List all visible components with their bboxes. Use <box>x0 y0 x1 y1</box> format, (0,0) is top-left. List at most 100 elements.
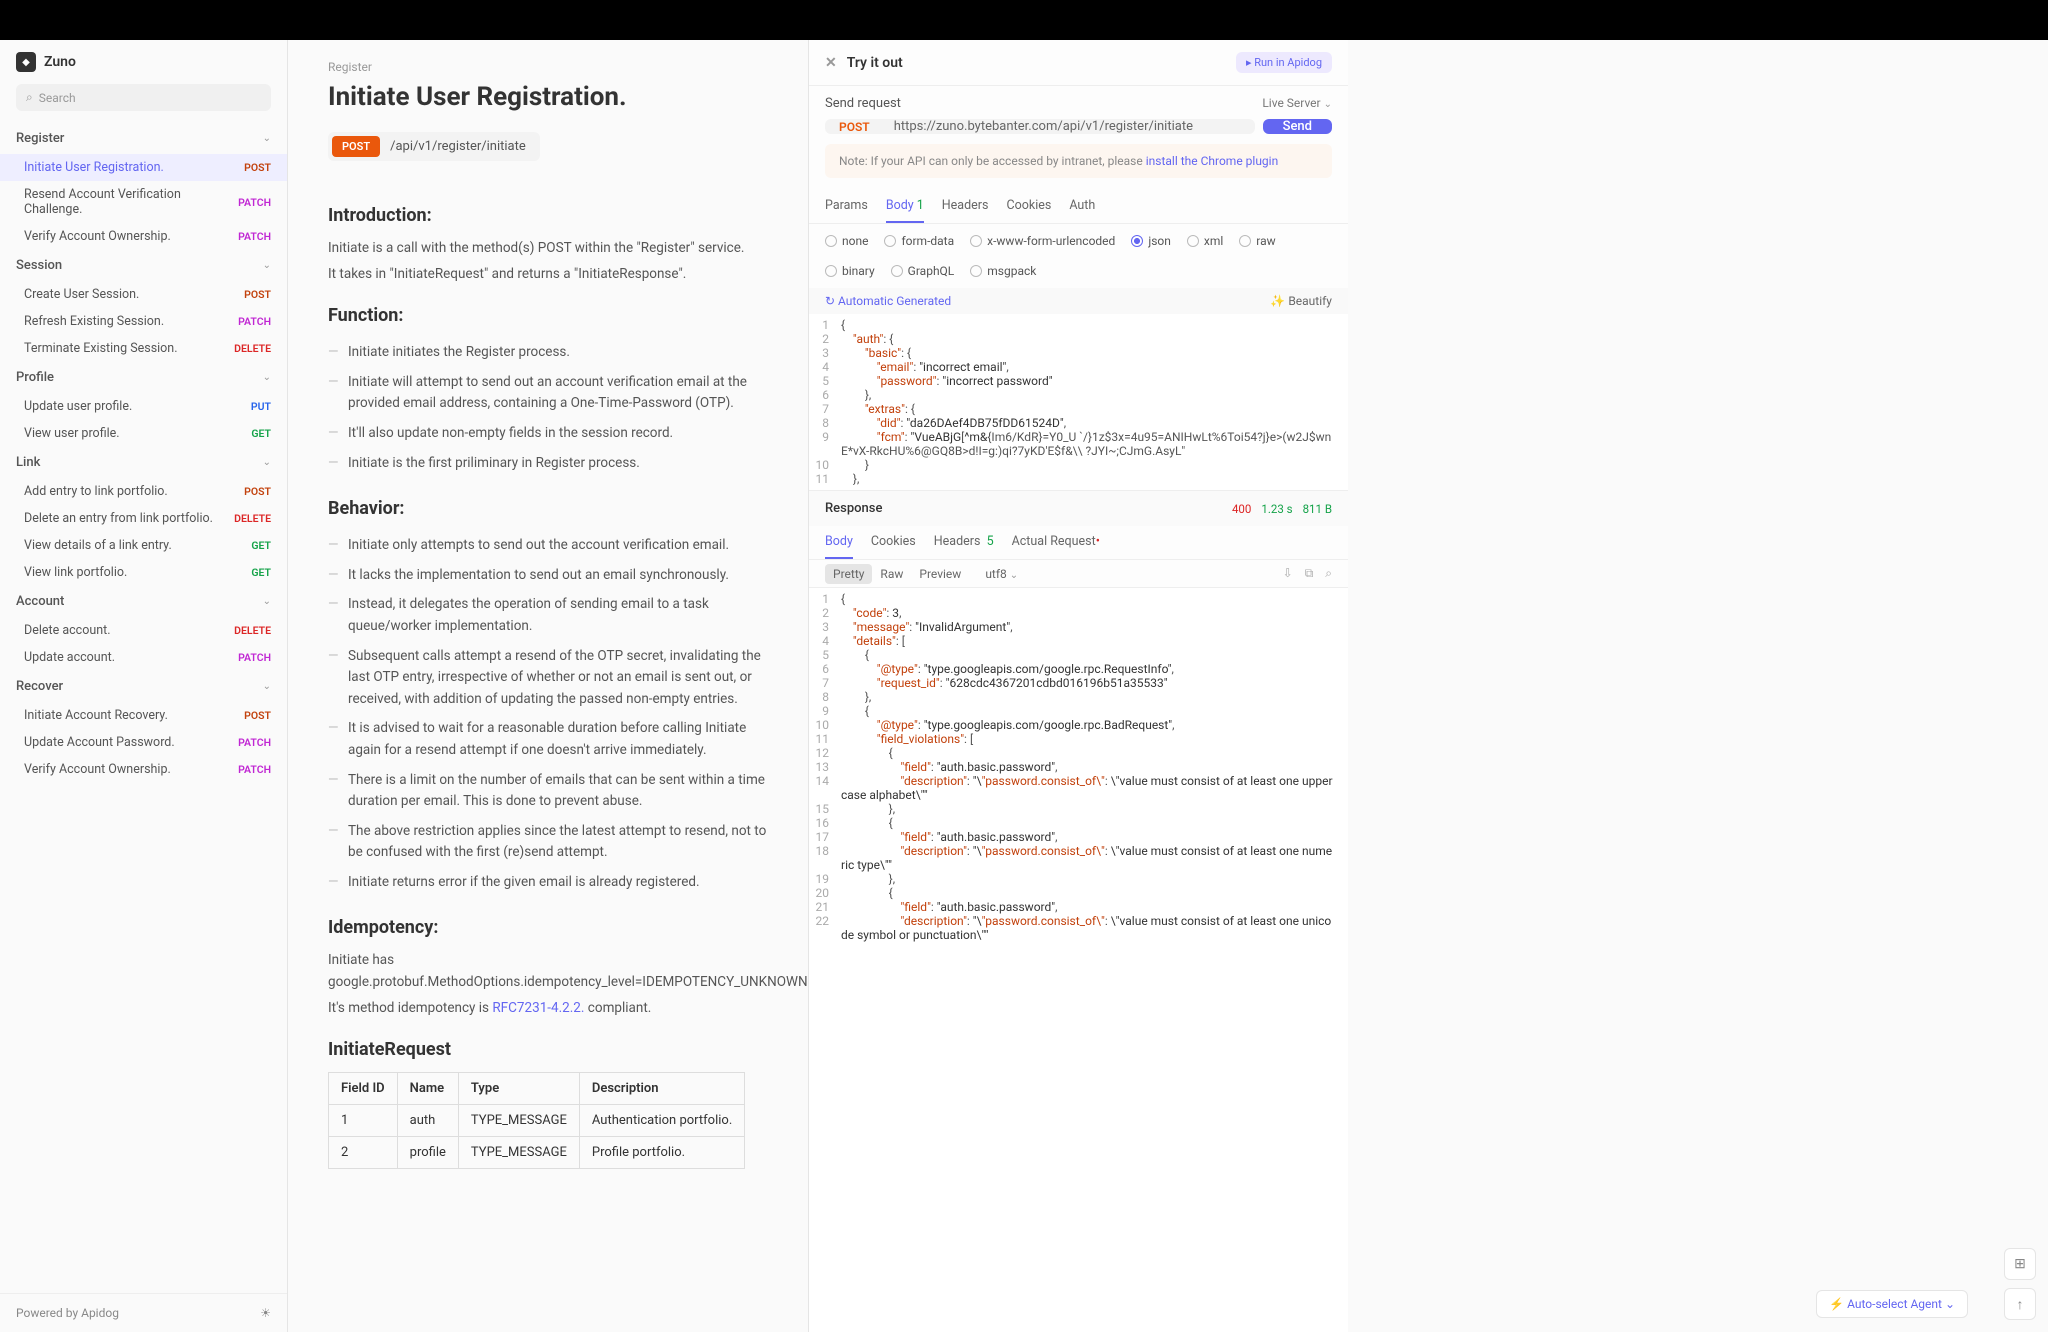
download-icon[interactable]: ⇩ <box>1283 566 1293 581</box>
run-button[interactable]: ▸ Run in Apidog <box>1236 52 1332 73</box>
sidebar-item[interactable]: Update user profile.PUT <box>0 393 287 420</box>
list-item: It lacks the implementation to send out … <box>328 561 768 591</box>
list-item: It'll also update non-empty fields in th… <box>328 419 768 449</box>
close-icon[interactable]: ✕ <box>825 55 837 71</box>
rfc-link[interactable]: RFC7231-4.2.2. <box>492 1000 584 1016</box>
status-code: 400 <box>1232 502 1251 516</box>
chevron-down-icon: ⌄ <box>263 596 271 607</box>
breadcrumb[interactable]: Register <box>328 60 768 74</box>
endpoint-path: /api/v1/register/initiate <box>380 139 536 154</box>
list-item: Initiate returns error if the given emai… <box>328 868 768 898</box>
powered-by: Powered by Apidog <box>16 1306 119 1320</box>
sidebar-item[interactable]: Refresh Existing Session.PATCH <box>0 308 287 335</box>
response-body[interactable]: 1{2 "code": 3,3 "message": "InvalidArgum… <box>809 588 1348 1332</box>
sidebar-section[interactable]: Session⌄ <box>0 250 287 281</box>
agent-select[interactable]: ⚡ Auto-select Agent ⌄ <box>1816 1290 1968 1318</box>
sidebar-item[interactable]: View user profile.GET <box>0 420 287 447</box>
format-pretty[interactable]: Pretty <box>825 564 872 584</box>
sidebar-item[interactable]: Initiate User Registration.POST <box>0 154 287 181</box>
sidebar-section[interactable]: Link⌄ <box>0 447 287 478</box>
sidebar-item[interactable]: Delete an entry from link portfolio.DELE… <box>0 505 287 532</box>
intro-heading: Introduction: <box>328 205 768 226</box>
body-type-binary[interactable]: binary <box>825 264 875 278</box>
table-row: 1authTYPE_MESSAGEAuthentication portfoli… <box>329 1105 745 1137</box>
sidebar-item[interactable]: View details of a link entry.GET <box>0 532 287 559</box>
sidebar-item[interactable]: Delete account.DELETE <box>0 617 287 644</box>
theme-toggle-icon[interactable]: ☀ <box>260 1306 271 1320</box>
sidebar-item[interactable]: Create User Session.POST <box>0 281 287 308</box>
sidebar-item[interactable]: Initiate Account Recovery.POST <box>0 702 287 729</box>
response-tab-body[interactable]: Body <box>825 526 853 559</box>
method-badge: POST <box>332 136 380 157</box>
format-raw[interactable]: Raw <box>872 564 911 584</box>
sidebar-item[interactable]: Update Account Password.PATCH <box>0 729 287 756</box>
tab-params[interactable]: Params <box>825 190 868 223</box>
app-logo: ◆ <box>16 52 36 72</box>
chevron-down-icon: ⌄ <box>263 681 271 692</box>
tab-auth[interactable]: Auth <box>1069 190 1095 223</box>
server-select[interactable]: Live Server ⌄ <box>1262 96 1332 111</box>
page-title: Initiate User Registration. <box>328 82 768 112</box>
sidebar-item[interactable]: Terminate Existing Session.DELETE <box>0 335 287 362</box>
sidebar: ◆ Zuno ⌕ Search Register⌄Initiate User R… <box>0 40 288 1332</box>
send-button[interactable]: Send <box>1263 119 1332 134</box>
list-item: Initiate only attempts to send out the a… <box>328 531 768 561</box>
list-item: Initiate initiates the Register process. <box>328 338 768 368</box>
request-table: Field IDNameTypeDescription1authTYPE_MES… <box>328 1072 745 1169</box>
endpoint-pill: POST /api/v1/register/initiate <box>328 132 540 161</box>
function-heading: Function: <box>328 305 768 326</box>
body-type-form-data[interactable]: form-data <box>884 234 954 248</box>
list-item: Initiate is the first priliminary in Reg… <box>328 449 768 479</box>
table-row: 2profileTYPE_MESSAGEProfile portfolio. <box>329 1137 745 1169</box>
list-item: It is advised to wait for a reasonable d… <box>328 714 768 765</box>
tab-body[interactable]: Body1 <box>886 190 924 223</box>
body-type-none[interactable]: none <box>825 234 868 248</box>
response-tab-headers[interactable]: Headers 5 <box>934 526 994 559</box>
sidebar-item[interactable]: Verify Account Ownership.PATCH <box>0 756 287 783</box>
sidebar-item[interactable]: Verify Account Ownership.PATCH <box>0 223 287 250</box>
send-label: Send request <box>825 96 901 111</box>
sidebar-section[interactable]: Recover⌄ <box>0 671 287 702</box>
format-preview[interactable]: Preview <box>911 564 969 584</box>
scroll-top-icon[interactable]: ↑ <box>2004 1288 2036 1320</box>
auto-generated-link[interactable]: ↻ Automatic Generated <box>825 294 951 308</box>
sidebar-section[interactable]: Profile⌄ <box>0 362 287 393</box>
copy-icon[interactable]: ⧉ <box>1305 566 1314 581</box>
sidebar-section[interactable]: Account⌄ <box>0 586 287 617</box>
encoding-select[interactable]: utf8 ⌄ <box>985 567 1018 581</box>
sidebar-item[interactable]: Add entry to link portfolio.POST <box>0 478 287 505</box>
intranet-note: Note: If your API can only be accessed b… <box>825 144 1332 178</box>
url-input[interactable]: POST https://zuno.bytebanter.com/api/v1/… <box>825 119 1255 134</box>
body-type-xml[interactable]: xml <box>1187 234 1223 248</box>
tab-cookies[interactable]: Cookies <box>1006 190 1051 223</box>
body-type-x-www-form-urlencoded[interactable]: x-www-form-urlencoded <box>970 234 1115 248</box>
sidebar-item[interactable]: Resend Account Verification Challenge.PA… <box>0 181 287 223</box>
apps-icon[interactable]: ⊞ <box>2004 1248 2036 1280</box>
list-item: Subsequent calls attempt a resend of the… <box>328 642 768 715</box>
doc-pane: Register Initiate User Registration. POS… <box>288 40 808 1332</box>
search-response-icon[interactable]: ⌕ <box>1325 566 1332 581</box>
os-titlebar <box>0 0 2048 40</box>
beautify-button[interactable]: ✨ Beautify <box>1270 294 1332 308</box>
body-type-GraphQL[interactable]: GraphQL <box>891 264 955 278</box>
body-type-json[interactable]: json <box>1131 234 1171 248</box>
sidebar-item[interactable]: Update account.PATCH <box>0 644 287 671</box>
list-item: There is a limit on the number of emails… <box>328 766 768 817</box>
try-panel: ✕ Try it out ▸ Run in Apidog Send reques… <box>808 40 1348 1332</box>
body-type-raw[interactable]: raw <box>1239 234 1275 248</box>
idempotency-heading: Idempotency: <box>328 917 768 938</box>
body-type-msgpack[interactable]: msgpack <box>970 264 1036 278</box>
response-time: 1.23 s <box>1261 502 1292 516</box>
tab-headers[interactable]: Headers <box>942 190 989 223</box>
chevron-down-icon: ⌄ <box>263 260 271 271</box>
search-input[interactable]: ⌕ Search <box>16 84 271 111</box>
response-tab-actual-request[interactable]: Actual Request• <box>1012 526 1100 559</box>
try-title: Try it out <box>847 55 903 71</box>
sidebar-item[interactable]: View link portfolio.GET <box>0 559 287 586</box>
response-tab-cookies[interactable]: Cookies <box>871 526 916 559</box>
chrome-plugin-link[interactable]: install the Chrome plugin <box>1146 154 1279 168</box>
list-item: Instead, it delegates the operation of s… <box>328 590 768 641</box>
response-label: Response <box>825 501 882 516</box>
request-body-editor[interactable]: 1{2 "auth": {3 "basic": {4 "email": "inc… <box>809 314 1348 490</box>
sidebar-section[interactable]: Register⌄ <box>0 123 287 154</box>
